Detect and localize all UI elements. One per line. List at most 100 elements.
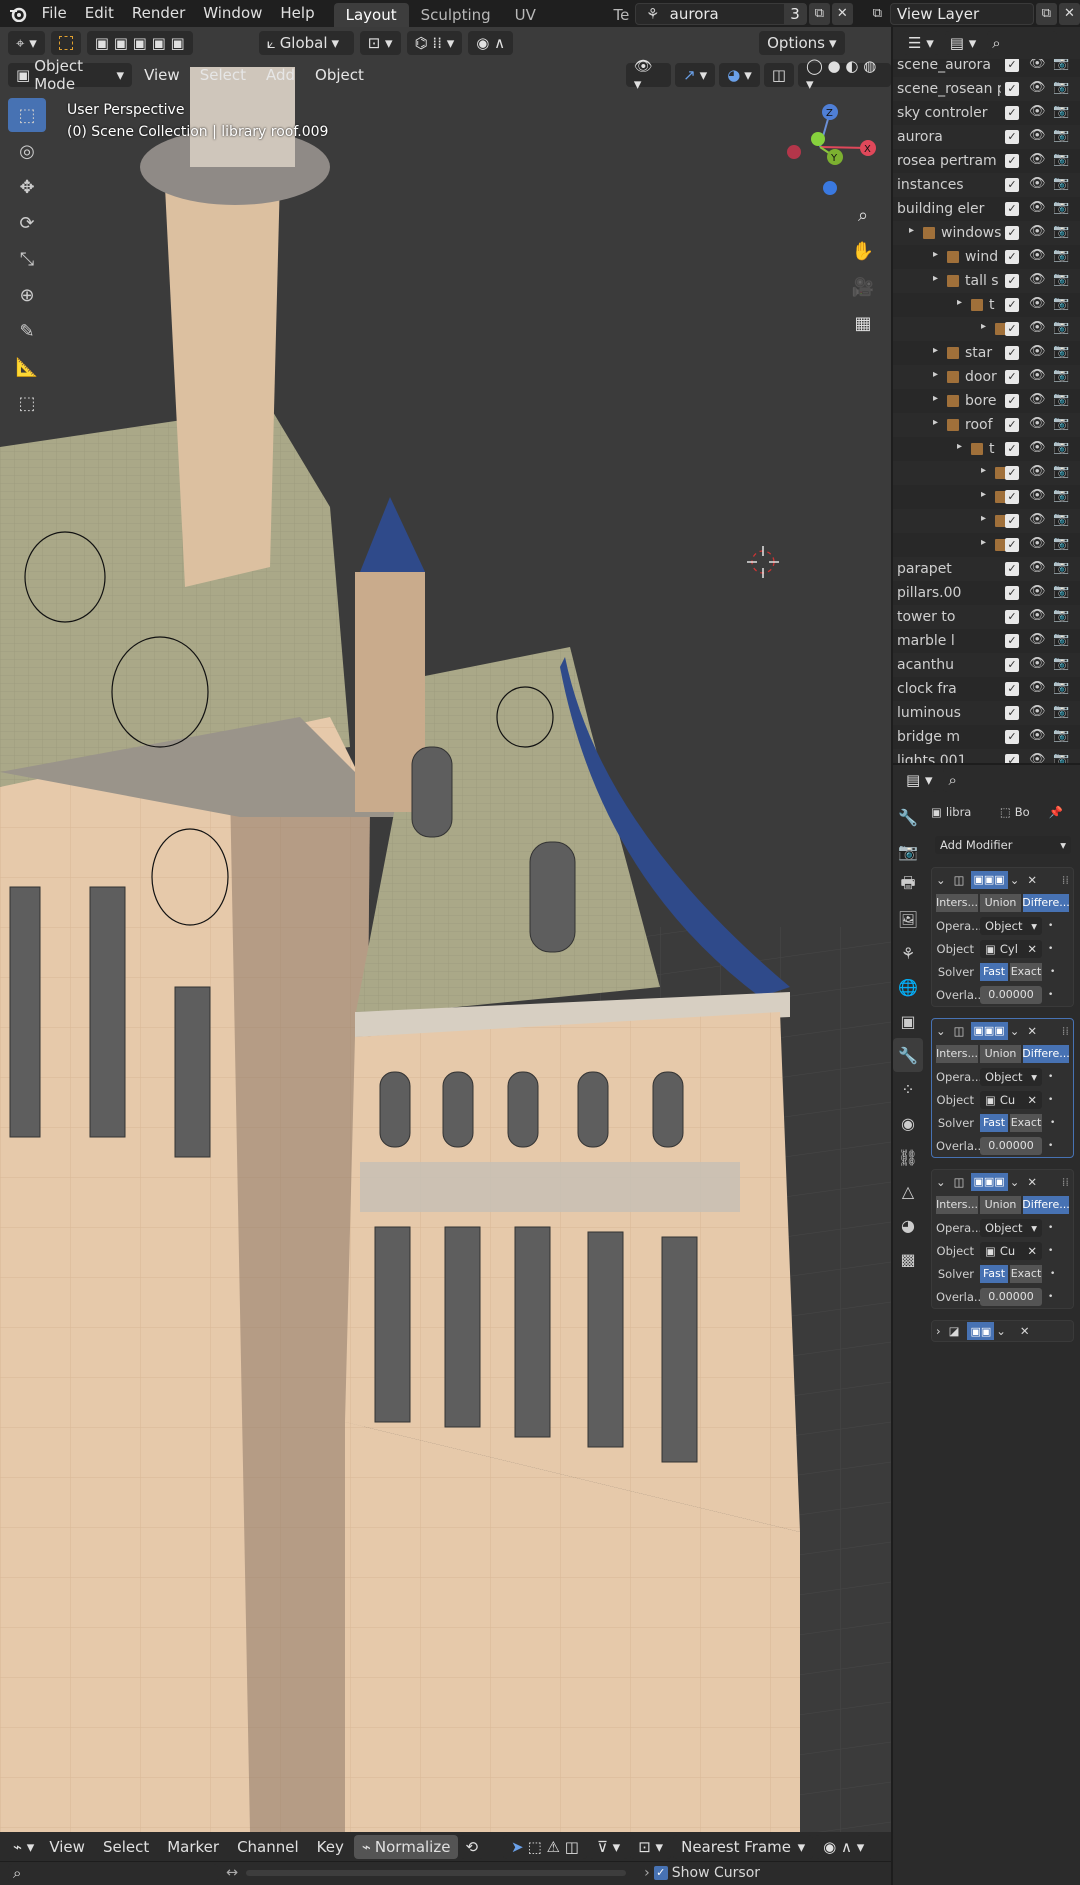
keyframe-dot-icon[interactable]: • [1048, 990, 1053, 1000]
drag-handle-icon[interactable]: ⁞⁞ [1062, 873, 1069, 887]
object-tab-icon[interactable]: ▣ [893, 1004, 923, 1038]
outliner-row[interactable]: ▸ tall s ✓ 👁 📷 [893, 269, 1080, 293]
add-modifier-dropdown[interactable]: Add Modifier ▾ [935, 836, 1071, 854]
outliner-row[interactable]: ▸ t ✓ 👁 📷 [893, 293, 1080, 317]
visibility-eye-icon[interactable]: 👁 [1029, 320, 1046, 335]
timeline-menu-key[interactable]: Key [309, 1833, 352, 1861]
render-camera-icon[interactable]: 📷 [1053, 728, 1069, 743]
exclude-checkbox[interactable]: ✓ [1005, 202, 1019, 216]
render-camera-icon[interactable]: 📷 [1053, 464, 1069, 479]
op-difference-button[interactable]: Differe... [1022, 1044, 1070, 1063]
modifier-panel-collapsed[interactable]: › ◪ ▣▣ ⌄ ✕ [931, 1320, 1074, 1342]
texture-tab-icon[interactable]: ▩ [893, 1242, 923, 1276]
shading-modes[interactable]: ◯ ● ◐ ◍ ▾ [798, 57, 891, 93]
exclude-checkbox[interactable]: ✓ [1005, 466, 1019, 480]
outliner-row[interactable]: ▸ ✓ 👁 📷 [893, 317, 1080, 341]
render-camera-icon[interactable]: 📷 [1053, 344, 1069, 359]
gizmo-toggle[interactable]: ↗ ▾ [675, 63, 716, 87]
exclude-checkbox[interactable]: ✓ [1005, 586, 1019, 600]
keyframe-dot-icon[interactable]: • [1048, 1095, 1053, 1105]
expand-chevron-icon[interactable]: › [936, 1324, 941, 1338]
outliner-row[interactable]: ▸ ✓ 👁 📷 [893, 509, 1080, 533]
visibility-eye-icon[interactable]: 👁 [1029, 728, 1046, 743]
operand-dropdown[interactable]: Object ▾ [980, 916, 1042, 935]
snap-mode-dropdown[interactable]: Nearest Frame ▾ [673, 1834, 814, 1859]
visibility-eye-icon[interactable]: 👁 [1029, 104, 1046, 119]
visibility-eye-icon[interactable]: 👁 [1029, 176, 1046, 191]
render-camera-icon[interactable]: 📷 [1053, 224, 1069, 239]
drag-handle-icon[interactable]: ⁞⁞ [1062, 1175, 1069, 1189]
scene-tab-icon[interactable]: ⚘ [893, 936, 923, 970]
render-camera-icon[interactable]: 📷 [1053, 200, 1069, 215]
visibility-eye-icon[interactable]: 👁 [1029, 560, 1046, 575]
exclude-checkbox[interactable]: ✓ [1005, 394, 1019, 408]
show-cursor-checkbox[interactable]: ✓ [653, 1866, 668, 1880]
close-scene-icon[interactable]: ✕ [831, 2, 853, 25]
visibility-eye-icon[interactable]: 👁 [1029, 392, 1046, 407]
output-tab-icon[interactable]: 🖶 [893, 868, 923, 902]
expand-arrow-icon[interactable]: ▸ [981, 537, 986, 548]
expand-arrow-icon[interactable]: ▸ [933, 417, 938, 428]
visibility-eye-icon[interactable]: 👁 [1029, 200, 1046, 215]
exclude-checkbox[interactable]: ✓ [1005, 322, 1019, 336]
render-camera-icon[interactable]: 📷 [1053, 392, 1069, 407]
solver-fast-button[interactable]: Fast [980, 1264, 1008, 1283]
render-camera-icon[interactable]: 📷 [1053, 248, 1069, 263]
timeline-menu-select[interactable]: Select [95, 1833, 157, 1861]
world-tab-icon[interactable]: 🌐 [893, 970, 923, 1004]
exclude-checkbox[interactable]: ✓ [1005, 730, 1019, 744]
op-difference-button[interactable]: Differe... [1022, 893, 1070, 912]
exclude-checkbox[interactable]: ✓ [1005, 418, 1019, 432]
select-box-tool-icon[interactable]: ⬚ [8, 98, 46, 132]
render-camera-icon[interactable]: 📷 [1053, 440, 1069, 455]
blender-logo-icon[interactable] [4, 0, 33, 27]
op-intersect-button[interactable]: Inters... [936, 893, 978, 912]
render-camera-icon[interactable]: 📷 [1053, 296, 1069, 311]
properties-search[interactable]: ⌕ [943, 768, 1062, 792]
outliner-row[interactable]: tower to ✓ 👁 📷 [893, 605, 1080, 629]
render-camera-icon[interactable]: 📷 [1053, 704, 1069, 719]
menu-view[interactable]: View [136, 63, 188, 87]
menu-file[interactable]: File [33, 0, 76, 27]
options-dropdown[interactable]: Options ▾ [759, 31, 845, 55]
data-tab-icon[interactable]: △ [893, 1174, 923, 1208]
material-tab-icon[interactable]: ◕ [893, 1208, 923, 1242]
keyframe-dot-icon[interactable]: • [1048, 1246, 1053, 1256]
overlay-toggle[interactable]: ◕ ▾ [719, 63, 760, 87]
exclude-checkbox[interactable]: ✓ [1005, 274, 1019, 288]
overlap-threshold-field[interactable]: 0.00000 [980, 1287, 1042, 1306]
menu-add[interactable]: Add [258, 63, 303, 87]
timeline-search[interactable]: ⌕ [8, 1864, 218, 1882]
op-union-button[interactable]: Union [980, 1044, 1021, 1063]
op-difference-button[interactable]: Differe... [1022, 1195, 1070, 1214]
snap-toggle[interactable]: ⌬ ⁞⁞ ▾ [406, 31, 463, 55]
outliner-row[interactable]: acanthu ✓ 👁 📷 [893, 653, 1080, 677]
mode-dropdown[interactable]: ▣ Object Mode ▾ [8, 57, 133, 93]
render-camera-icon[interactable]: 📷 [1053, 632, 1069, 647]
outliner-row[interactable]: marble l ✓ 👁 📷 [893, 629, 1080, 653]
visibility-eye-icon[interactable]: 👁 [1029, 464, 1046, 479]
exclude-checkbox[interactable]: ✓ [1005, 250, 1019, 264]
visibility-eye-icon[interactable]: 👁 [1029, 224, 1046, 239]
timeline-editor-type[interactable]: ⌁ ▾ [8, 1834, 40, 1859]
expand-arrow-icon[interactable]: ▸ [981, 321, 986, 332]
visibility-eye-icon[interactable]: 👁 [1029, 704, 1046, 719]
remove-modifier-icon[interactable]: ✕ [1027, 1024, 1037, 1038]
view-layer-selector[interactable]: View Layer [889, 2, 1034, 25]
visibility-eye-icon[interactable]: 👁 [1029, 632, 1046, 647]
pin-icon[interactable]: 📌 [1049, 805, 1063, 819]
menu-edit[interactable]: Edit [76, 0, 123, 27]
exclude-checkbox[interactable]: ✓ [1005, 514, 1019, 528]
remove-modifier-icon[interactable]: ✕ [1020, 1324, 1030, 1338]
auto-refresh-icon[interactable]: ⟲ [460, 1834, 484, 1859]
pan-hand-icon[interactable]: ✋ [848, 236, 878, 266]
keyframe-dot-icon[interactable]: • [1048, 921, 1053, 931]
swap-icon[interactable]: ↔ [226, 1865, 238, 1881]
collapse-chevron-icon[interactable]: ⌄ [936, 1024, 946, 1038]
exclude-checkbox[interactable]: ✓ [1005, 562, 1019, 576]
object-field[interactable]: ▣ Cu ✕ [980, 1090, 1042, 1109]
new-scene-icon[interactable]: ⧉ [808, 2, 830, 25]
render-camera-icon[interactable]: 📷 [1053, 656, 1069, 671]
exclude-checkbox[interactable]: ✓ [1005, 658, 1019, 672]
new-view-layer-icon[interactable]: ⧉ [1035, 2, 1057, 25]
